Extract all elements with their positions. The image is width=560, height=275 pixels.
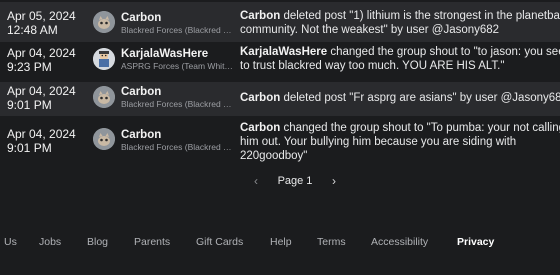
audit-log-row: Apr 04, 2024 9:23 PM KarjalaWasHere ASPR… [0, 42, 560, 82]
audit-date-time: 9:23 PM [7, 60, 52, 74]
footer-link-parents[interactable]: Parents [134, 236, 170, 248]
audit-description: Carbon deleted post "1) lithium is the s… [240, 9, 560, 37]
audit-date: Apr 04, 2024 9:23 PM [7, 46, 89, 74]
group-audit-log-page: Apr 05, 2024 12:48 AM Carbon Blackred Fo… [0, 0, 560, 275]
user-group-role: Blackred Forces (Blackred … [121, 142, 232, 152]
user-info: Carbon Blackred Forces (Blackred … [121, 128, 233, 153]
footer-link-help[interactable]: Help [270, 236, 292, 248]
audit-date: Apr 04, 2024 9:01 PM [7, 127, 89, 155]
actor-name[interactable]: KarjalaWasHere [240, 46, 327, 58]
audit-date-time: 9:01 PM [7, 98, 52, 112]
username-link[interactable]: Carbon [121, 128, 233, 142]
audit-date-day: Apr 04, 2024 [7, 84, 76, 98]
user-group-role: Blackred Forces (Blackred … [121, 99, 232, 109]
audit-description-text: changed the group shout to "To pumba: yo… [280, 122, 560, 134]
footer-link-terms[interactable]: Terms [317, 236, 346, 248]
username-link[interactable]: Carbon [121, 85, 233, 99]
audit-log-row: Apr 04, 2024 9:01 PM Carbon Blackred For… [0, 82, 560, 116]
audit-description-line: Carbon deleted post "Fr asprg are asians… [240, 91, 560, 105]
audit-date: Apr 04, 2024 9:01 PM [7, 84, 89, 112]
audit-date-day: Apr 04, 2024 [7, 46, 76, 60]
audit-description-text: deleted post "Fr asprg are asians" by us… [280, 92, 560, 104]
user-info: KarjalaWasHere ASPRG Forces (Team Whit… [121, 47, 233, 72]
footer-link-about-us[interactable]: Us [4, 236, 17, 248]
audit-description-line: 220goodboy" [240, 150, 308, 162]
page-label: Page 1 [277, 175, 313, 187]
footer-link-accessibility[interactable]: Accessibility [371, 236, 428, 248]
footer-links: Us Jobs Blog Parents Gift Cards Help Ter… [0, 236, 560, 250]
audit-log-row: Apr 05, 2024 12:48 AM Carbon Blackred Fo… [0, 2, 560, 42]
audit-description-line: Carbon deleted post "1) lithium is the s… [240, 9, 560, 23]
user-avatar[interactable] [93, 86, 115, 108]
audit-description: Carbon changed the group shout to "To pu… [240, 121, 560, 163]
user-group-role: Blackred Forces (Blackred … [121, 25, 232, 35]
audit-description-line: community. Not the weakest" by user @Jas… [240, 24, 500, 36]
audit-description-text: deleted post "1) lithium is the stronges… [280, 10, 560, 22]
user-group-role: ASPRG Forces (Team Whit… [121, 61, 233, 71]
audit-description-line: him out. Your bullying him because you a… [240, 136, 517, 148]
username-link[interactable]: Carbon [121, 11, 233, 25]
audit-description-line: KarjalaWasHere changed the group shout t… [240, 45, 560, 59]
actor-name[interactable]: Carbon [240, 92, 280, 104]
footer-link-gift-cards[interactable]: Gift Cards [196, 236, 243, 248]
audit-date-day: Apr 04, 2024 [7, 127, 76, 141]
audit-date: Apr 05, 2024 12:48 AM [7, 9, 89, 37]
actor-name[interactable]: Carbon [240, 122, 280, 134]
user-avatar[interactable] [93, 11, 115, 33]
audit-description: KarjalaWasHere changed the group shout t… [240, 45, 560, 73]
footer-link-blog[interactable]: Blog [87, 236, 108, 248]
audit-description-line: Carbon changed the group shout to "To pu… [240, 121, 560, 135]
user-avatar[interactable] [93, 128, 115, 150]
audit-description: Carbon deleted post "Fr asprg are asians… [240, 91, 560, 105]
pagination: ‹ Page 1 › [250, 173, 340, 189]
audit-description-text: changed the group shout to "to jason: yo… [327, 46, 560, 58]
audit-date-day: Apr 05, 2024 [7, 9, 76, 23]
username-link[interactable]: KarjalaWasHere [121, 47, 233, 61]
audit-date-time: 9:01 PM [7, 141, 52, 155]
user-avatar[interactable] [93, 48, 115, 70]
actor-name[interactable]: Carbon [240, 10, 280, 22]
footer-link-jobs[interactable]: Jobs [39, 236, 61, 248]
audit-date-time: 12:48 AM [7, 23, 58, 37]
user-info: Carbon Blackred Forces (Blackred … [121, 85, 233, 110]
chevron-left-icon[interactable]: ‹ [250, 174, 262, 188]
audit-log-row: Apr 04, 2024 9:01 PM Carbon Blackred For… [0, 116, 560, 168]
user-info: Carbon Blackred Forces (Blackred … [121, 11, 233, 36]
chevron-right-icon[interactable]: › [328, 174, 340, 188]
audit-description-line: to trust blackred way too much. YOU ARE … [240, 60, 505, 72]
footer-link-privacy[interactable]: Privacy [457, 236, 494, 248]
